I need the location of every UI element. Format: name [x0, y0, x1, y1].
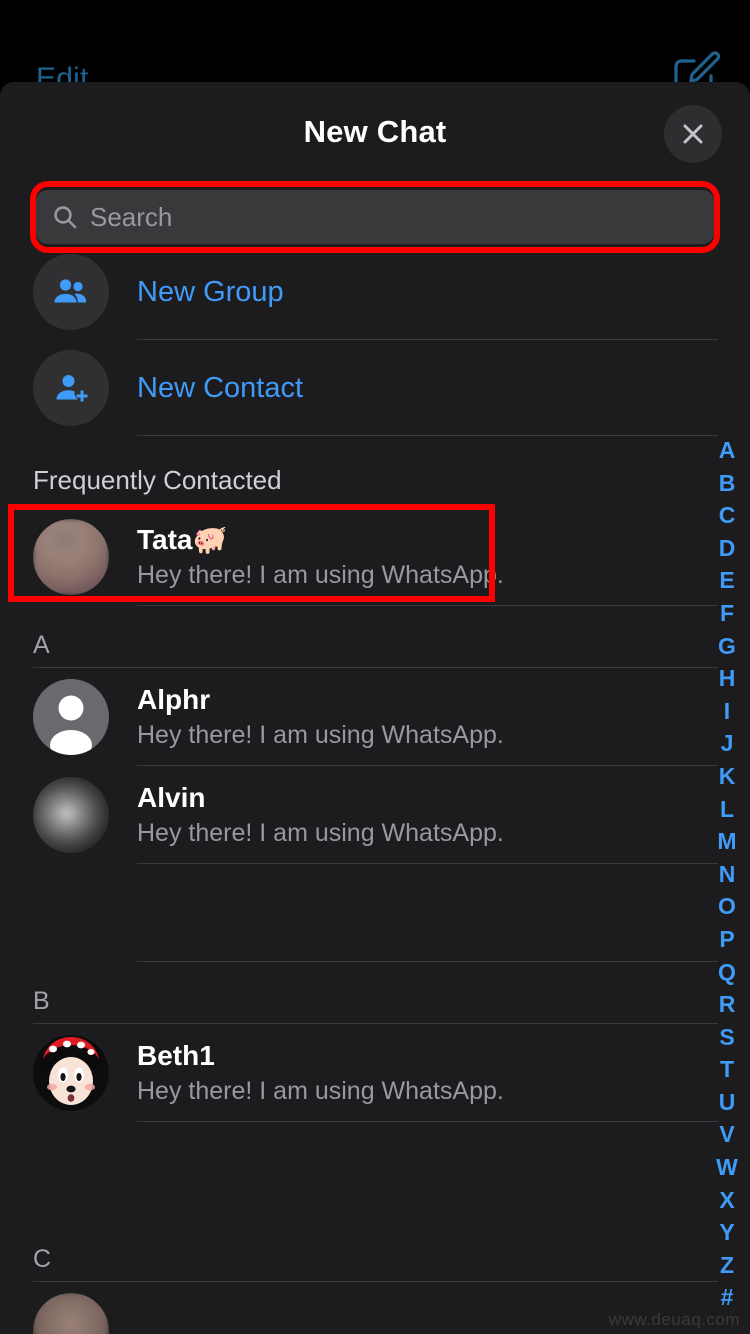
- contact-row-beth1[interactable]: Beth1 Hey there! I am using WhatsApp.: [0, 1024, 750, 1122]
- index-letter-g[interactable]: G: [718, 630, 736, 663]
- index-letter-c[interactable]: C: [719, 499, 736, 532]
- section-header-frequently-contacted: Frequently Contacted: [0, 436, 750, 508]
- contact-text: Alphr Hey there! I am using WhatsApp.: [137, 683, 504, 751]
- search-magnifier-icon: [54, 206, 77, 229]
- index-letter-a[interactable]: A: [719, 434, 736, 467]
- index-letter-q[interactable]: Q: [718, 956, 736, 989]
- contact-list[interactable]: New Group New Contact Frequently Contact…: [0, 244, 750, 1334]
- avatar: [33, 519, 109, 595]
- minnie-mouse-photo: [38, 1037, 104, 1105]
- contact-name: Alvin: [137, 781, 206, 813]
- new-group-label: New Group: [137, 275, 284, 308]
- section-header-b: B: [0, 962, 750, 1024]
- contact-text: Tata🐖 Hey there! I am using WhatsApp.: [137, 523, 504, 591]
- contact-row-alphr[interactable]: Alphr Hey there! I am using WhatsApp.: [0, 668, 750, 766]
- index-letter-i[interactable]: I: [724, 695, 730, 728]
- section-label: A: [33, 631, 50, 659]
- index-letter-v[interactable]: V: [719, 1118, 734, 1151]
- avatar: [33, 777, 109, 853]
- section-header-a: A: [0, 606, 750, 668]
- index-letter-j[interactable]: J: [721, 727, 734, 760]
- close-button[interactable]: [664, 105, 722, 163]
- new-chat-sheet: New Chat Search New Group New Contact Fr…: [0, 82, 750, 1334]
- contact-row-alvin[interactable]: Alvin Hey there! I am using WhatsApp.: [0, 766, 750, 864]
- index-letter-u[interactable]: U: [719, 1086, 736, 1119]
- search-input[interactable]: Search: [36, 190, 714, 244]
- index-letter-f[interactable]: F: [720, 597, 734, 630]
- index-letter-t[interactable]: T: [720, 1053, 734, 1086]
- contact-status: Hey there! I am using WhatsApp.: [137, 720, 504, 749]
- alphabet-index-bar[interactable]: A B C D E F G H I J K L M N O P Q R S T U V W X Y Z #: [710, 434, 744, 1314]
- index-letter-r[interactable]: R: [719, 988, 736, 1021]
- avatar: [33, 1293, 109, 1334]
- index-letter-w[interactable]: W: [716, 1151, 738, 1184]
- index-letter-y[interactable]: Y: [719, 1216, 734, 1249]
- contact-text: Beth1 Hey there! I am using WhatsApp.: [137, 1039, 504, 1107]
- contact-name: Alphr: [137, 683, 211, 715]
- index-letter-l[interactable]: L: [720, 793, 734, 826]
- contact-name: Beth1: [137, 1039, 215, 1071]
- index-letter-d[interactable]: D: [719, 532, 736, 565]
- avatar: [33, 1035, 109, 1111]
- index-letter-k[interactable]: K: [719, 760, 736, 793]
- index-letter-s[interactable]: S: [719, 1021, 734, 1054]
- index-letter-z[interactable]: Z: [720, 1249, 734, 1282]
- index-letter-h[interactable]: H: [719, 662, 736, 695]
- person-plus-icon: [33, 350, 109, 426]
- index-letter-n[interactable]: N: [719, 858, 736, 891]
- screen: Edit New Chat Search New Group New Conta…: [0, 0, 750, 1334]
- page-title: New Chat: [303, 114, 447, 149]
- contact-status: Hey there! I am using WhatsApp.: [137, 818, 504, 847]
- contact-text: Alvin Hey there! I am using WhatsApp.: [137, 781, 504, 849]
- new-group-row[interactable]: New Group: [0, 244, 750, 340]
- section-label: C: [33, 1245, 52, 1273]
- new-contact-row[interactable]: New Contact: [0, 340, 750, 436]
- section-label: Frequently Contacted: [33, 465, 282, 495]
- index-letter-b[interactable]: B: [719, 467, 736, 500]
- section-header-c: C: [0, 1220, 750, 1282]
- new-contact-label: New Contact: [137, 371, 304, 404]
- contact-row-empty[interactable]: [0, 864, 750, 962]
- contact-row-empty[interactable]: [0, 1122, 750, 1220]
- sheet-header: New Chat: [0, 82, 750, 190]
- index-letter-o[interactable]: O: [718, 890, 736, 923]
- index-letter-p[interactable]: P: [719, 923, 734, 956]
- watermark: www.deuaq.com: [608, 1310, 740, 1329]
- contact-name: Tata🐖: [137, 523, 228, 555]
- index-letter-m[interactable]: M: [717, 825, 736, 858]
- close-x-icon: [683, 124, 703, 144]
- avatar: [33, 679, 109, 755]
- contact-status: Hey there! I am using WhatsApp.: [137, 560, 504, 589]
- search-placeholder: Search: [90, 201, 173, 232]
- contact-row-tata[interactable]: Tata🐖 Hey there! I am using WhatsApp.: [0, 504, 750, 606]
- two-people-icon: [33, 254, 109, 330]
- search-bar-container: Search: [30, 181, 720, 253]
- contact-status: Hey there! I am using WhatsApp.: [137, 1076, 504, 1105]
- index-letter-x[interactable]: X: [719, 1184, 734, 1217]
- index-letter-e[interactable]: E: [719, 564, 734, 597]
- default-person-icon: [50, 695, 92, 755]
- section-label: B: [33, 987, 50, 1015]
